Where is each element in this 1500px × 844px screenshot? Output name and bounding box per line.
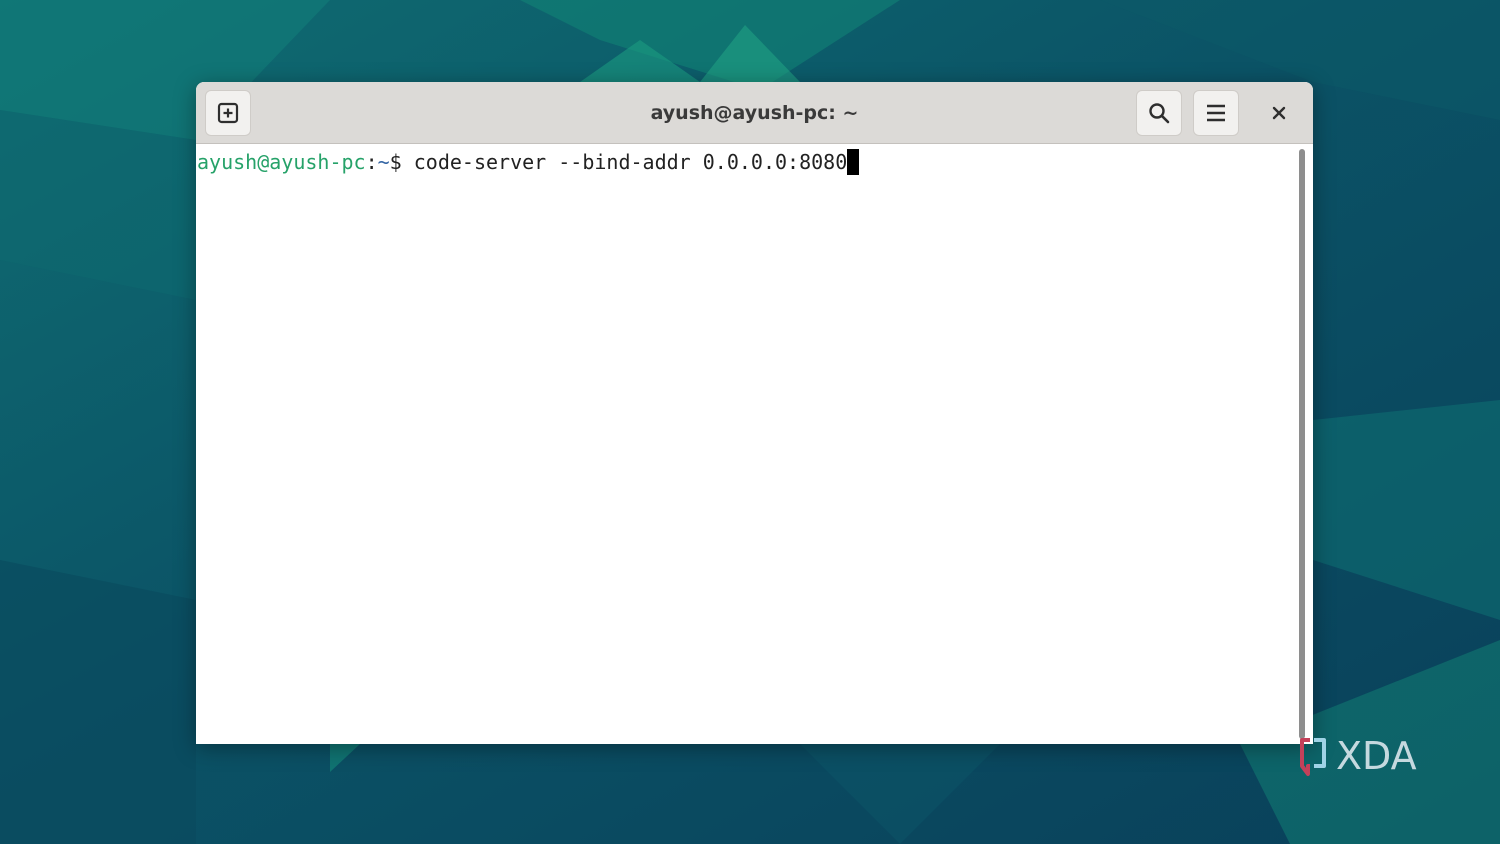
xda-watermark-logo: XDA <box>1296 732 1446 780</box>
watermark-text: XDA <box>1336 734 1417 778</box>
search-button[interactable] <box>1136 90 1182 136</box>
prompt-symbol: $ <box>389 150 414 174</box>
prompt-user-host: ayush@ayush-pc <box>197 150 366 174</box>
prompt-colon: : <box>365 150 378 174</box>
close-icon <box>1272 106 1286 120</box>
terminal-output-area[interactable]: ayush@ayush-pc:~$ code-server --bind-add… <box>196 144 1313 744</box>
hamburger-menu-icon <box>1207 104 1225 122</box>
titlebar: ayush@ayush-pc: ~ <box>196 82 1313 144</box>
scrollbar-thumb[interactable] <box>1299 149 1305 739</box>
terminal-window: ayush@ayush-pc: ~ ayush@ayush-pc:~$ code… <box>196 82 1313 744</box>
search-icon <box>1149 103 1170 124</box>
new-tab-button[interactable] <box>205 90 251 136</box>
close-button[interactable] <box>1262 96 1296 130</box>
vertical-scrollbar[interactable] <box>1297 147 1307 743</box>
terminal-prompt-line: ayush@ayush-pc:~$ code-server --bind-add… <box>197 149 860 175</box>
prompt-path: ~ <box>377 150 390 174</box>
text-cursor <box>847 149 860 175</box>
new-tab-icon <box>217 102 239 124</box>
command-text: code-server --bind-addr 0.0.0.0:8080 <box>413 150 848 174</box>
menu-button[interactable] <box>1193 90 1239 136</box>
